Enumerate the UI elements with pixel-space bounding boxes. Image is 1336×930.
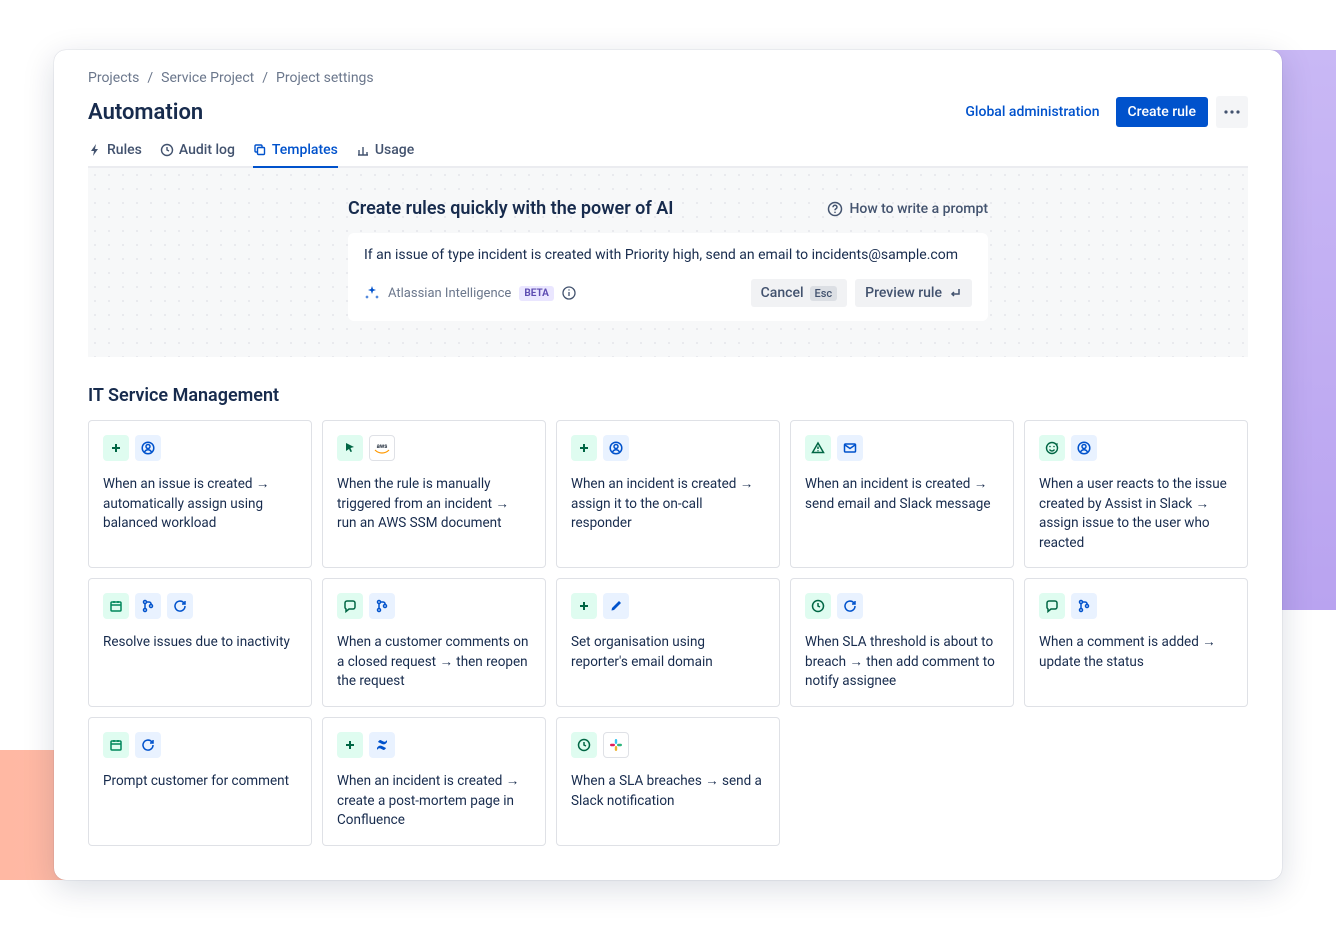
card-text: When an incident is created → send email… (805, 475, 999, 514)
card-text: When a SLA breaches → send a Slack notif… (571, 772, 765, 811)
templates-grid: When an issue is created → automatically… (88, 420, 1248, 846)
ai-prompt-box[interactable]: If an issue of type incident is created … (348, 233, 988, 321)
mail-icon (837, 435, 863, 461)
template-card[interactable]: When a comment is added → update the sta… (1024, 578, 1248, 707)
page-title: Automation (88, 100, 965, 125)
page-header: Automation Global administration Create … (88, 96, 1248, 128)
info-icon[interactable] (562, 286, 576, 300)
help-link[interactable]: How to write a prompt (827, 201, 988, 217)
help-label: How to write a prompt (849, 201, 988, 217)
cal-icon (103, 732, 129, 758)
warn-icon (805, 435, 831, 461)
chart-icon (356, 143, 370, 157)
emoji-icon (1039, 435, 1065, 461)
preview-rule-button[interactable]: Preview rule (855, 279, 972, 307)
breadcrumb-project-settings[interactable]: Project settings (276, 70, 374, 86)
card-text: When an issue is created → automatically… (103, 475, 297, 534)
slack-icon (603, 732, 629, 758)
confluence-icon (369, 732, 395, 758)
tab-templates[interactable]: Templates (253, 142, 338, 168)
clock-icon (160, 143, 174, 157)
ai-panel: Create rules quickly with the power of A… (88, 168, 1248, 357)
breadcrumb-service-project[interactable]: Service Project (161, 70, 254, 86)
bolt-icon (88, 143, 102, 157)
card-text: Resolve issues due to inactivity (103, 633, 297, 653)
card-text: When a customer comments on a closed req… (337, 633, 531, 692)
copy-icon (253, 143, 267, 157)
plus-icon (337, 732, 363, 758)
branch-icon (369, 593, 395, 619)
card-text: When a comment is added → update the sta… (1039, 633, 1233, 672)
refresh-icon (837, 593, 863, 619)
ai-prompt-text: If an issue of type incident is created … (364, 247, 972, 263)
branch-icon (135, 593, 161, 619)
refresh-icon (135, 732, 161, 758)
template-card[interactable]: When an incident is created → send email… (790, 420, 1014, 568)
ai-sparkle-icon (364, 285, 380, 301)
plus-icon (571, 593, 597, 619)
cal-icon (103, 593, 129, 619)
plus-icon (103, 435, 129, 461)
tab-rules[interactable]: Rules (88, 142, 142, 168)
cursor-icon (337, 435, 363, 461)
aws-icon: aws (369, 435, 395, 461)
svg-text:aws: aws (377, 443, 388, 450)
plus-icon (571, 435, 597, 461)
user-icon (135, 435, 161, 461)
pencil-icon (603, 593, 629, 619)
beta-badge: BETA (519, 286, 554, 301)
template-card[interactable]: When an issue is created → automatically… (88, 420, 312, 568)
breadcrumb-sep: / (262, 70, 268, 86)
create-rule-button[interactable]: Create rule (1116, 97, 1208, 127)
card-text: When an incident is created → create a p… (337, 772, 531, 831)
tabs: Rules Audit log Templates Usage (88, 142, 1248, 168)
card-text: When an incident is created → assign it … (571, 475, 765, 534)
template-card[interactable]: Prompt customer for comment (88, 717, 312, 846)
template-card[interactable]: When an incident is created → create a p… (322, 717, 546, 846)
more-button[interactable] (1216, 96, 1248, 128)
cancel-button[interactable]: CancelEsc (751, 279, 847, 307)
section-title: IT Service Management (88, 385, 1248, 406)
branch-icon (1071, 593, 1097, 619)
more-icon (1224, 110, 1240, 114)
template-card[interactable]: Set organisation using reporter's email … (556, 578, 780, 707)
clock-icon (805, 593, 831, 619)
breadcrumb-sep: / (147, 70, 153, 86)
user-icon (603, 435, 629, 461)
breadcrumb: Projects / Service Project / Project set… (88, 70, 1248, 86)
template-card[interactable]: Resolve issues due to inactivity (88, 578, 312, 707)
template-card[interactable]: When a user reacts to the issue created … (1024, 420, 1248, 568)
refresh-icon (167, 593, 193, 619)
card-text: When a user reacts to the issue created … (1039, 475, 1233, 553)
template-card[interactable]: When an incident is created → assign it … (556, 420, 780, 568)
help-icon (827, 201, 843, 217)
user-icon (1071, 435, 1097, 461)
card-text: Set organisation using reporter's email … (571, 633, 765, 672)
app-window: Projects / Service Project / Project set… (54, 50, 1282, 880)
template-card[interactable]: When a customer comments on a closed req… (322, 578, 546, 707)
card-text: When SLA threshold is about to breach → … (805, 633, 999, 692)
comment-icon (1039, 593, 1065, 619)
template-card[interactable]: When SLA threshold is about to breach → … (790, 578, 1014, 707)
ai-brand: Atlassian Intelligence BETA (364, 285, 576, 301)
tab-audit-log[interactable]: Audit log (160, 142, 235, 168)
comment-icon (337, 593, 363, 619)
template-card[interactable]: aws When the rule is manually triggered f… (322, 420, 546, 568)
enter-icon (948, 286, 962, 300)
card-text: Prompt customer for comment (103, 772, 297, 792)
breadcrumb-projects[interactable]: Projects (88, 70, 139, 86)
card-text: When the rule is manually triggered from… (337, 475, 531, 534)
template-card[interactable]: When a SLA breaches → send a Slack notif… (556, 717, 780, 846)
global-admin-link[interactable]: Global administration (965, 104, 1099, 120)
ai-title: Create rules quickly with the power of A… (348, 198, 673, 219)
clock-icon (571, 732, 597, 758)
tab-usage[interactable]: Usage (356, 142, 414, 168)
